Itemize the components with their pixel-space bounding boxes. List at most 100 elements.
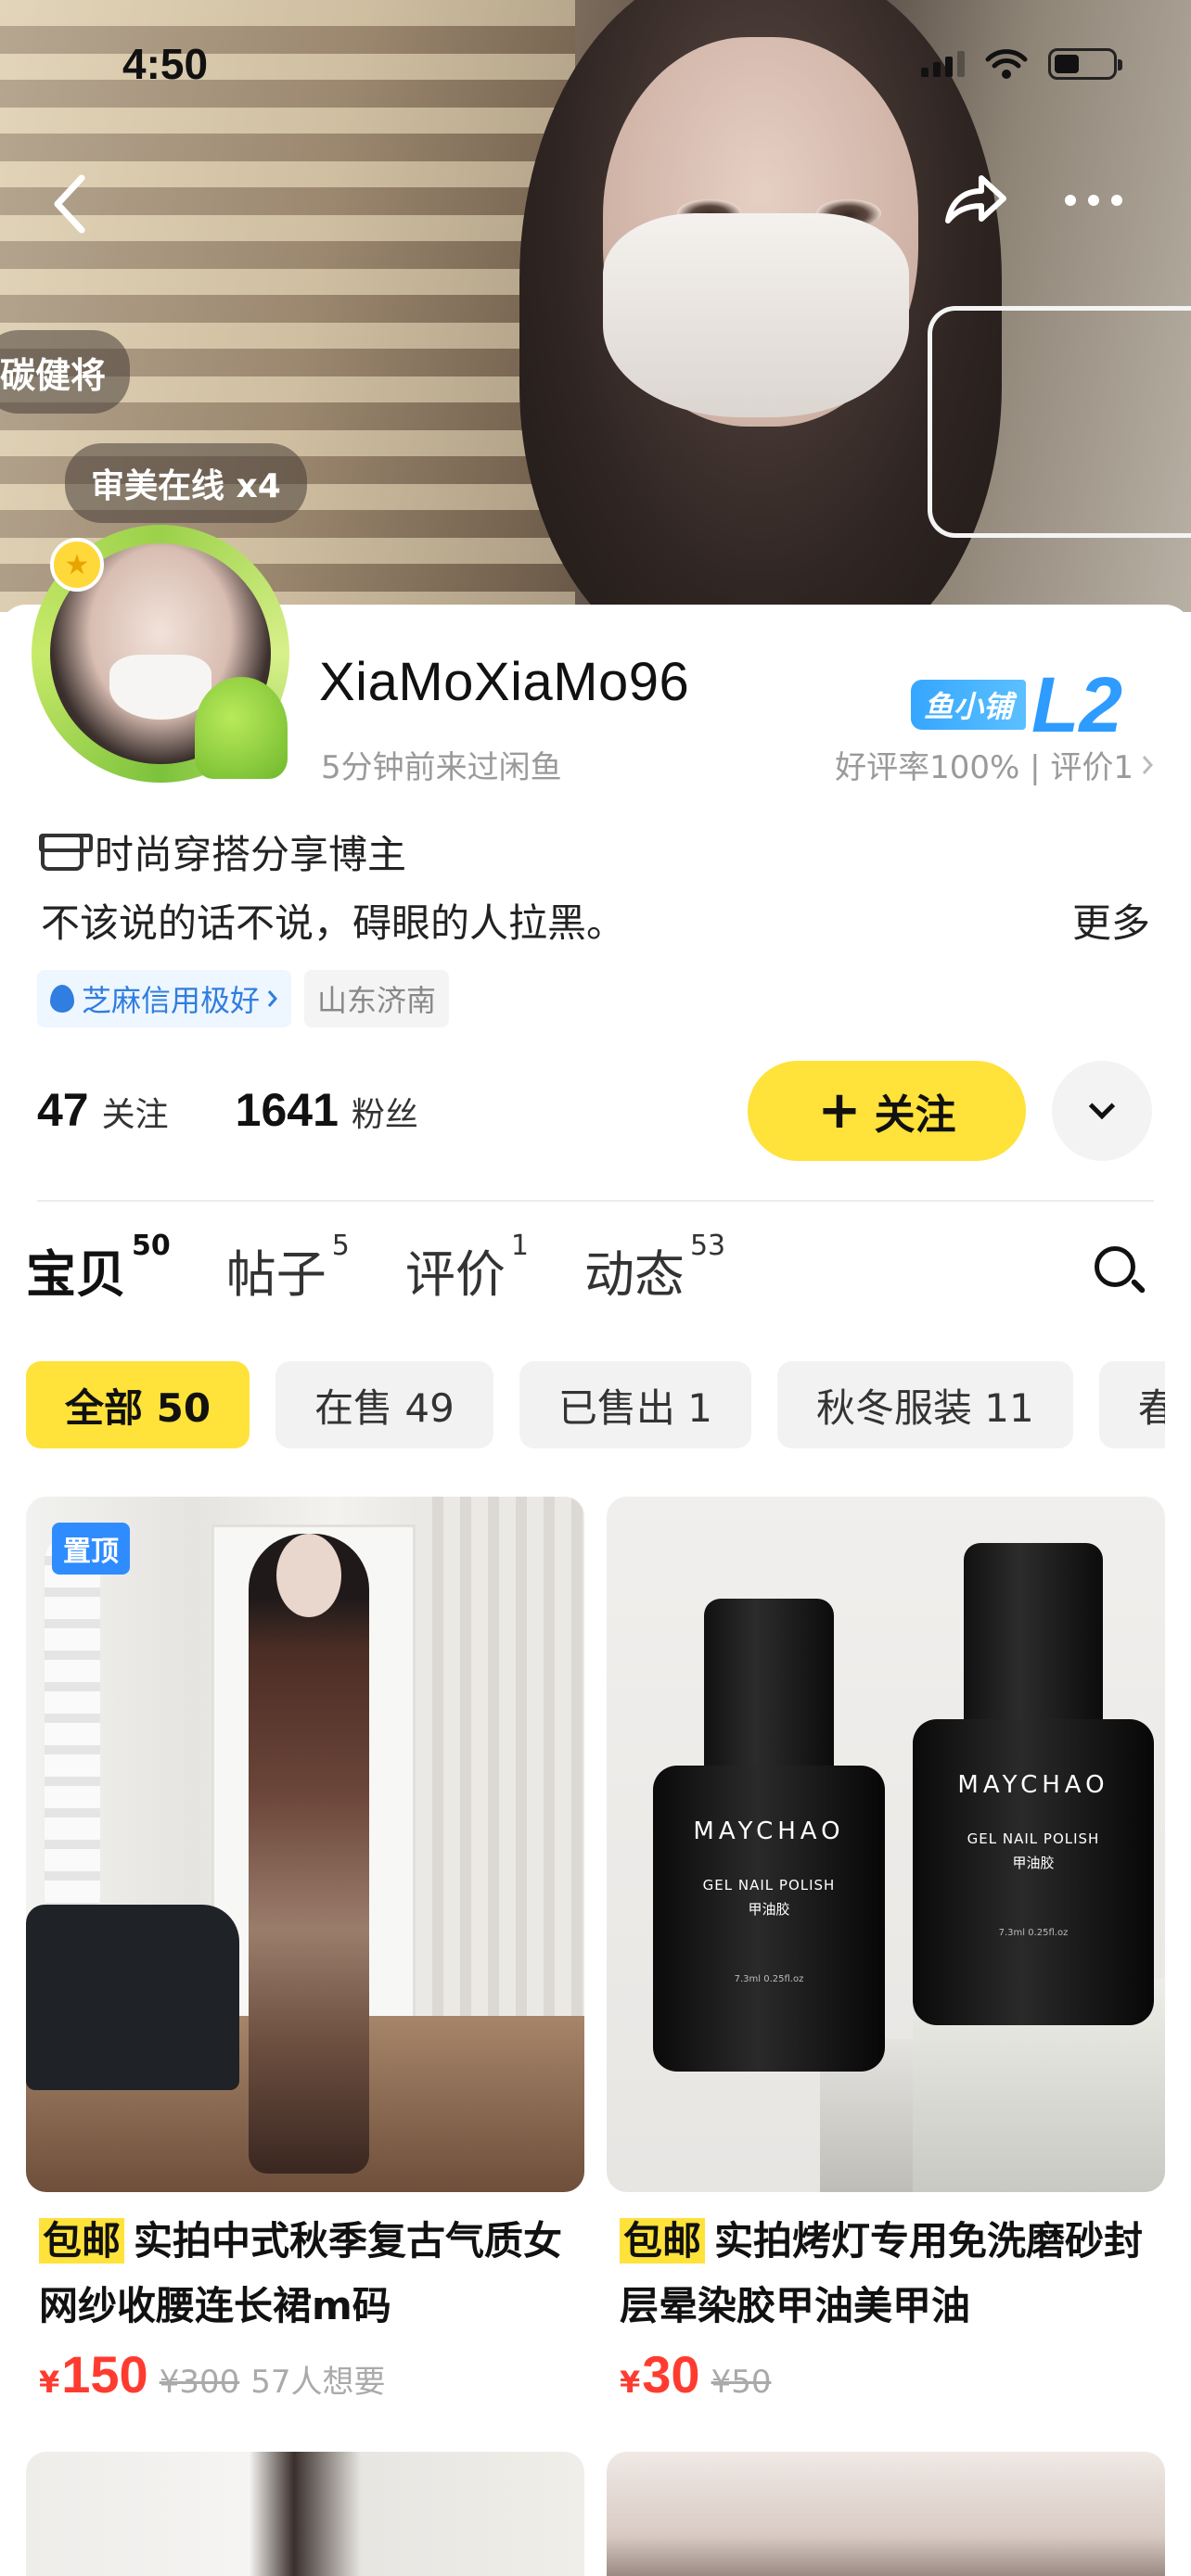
plus-icon: + [817,1080,862,1141]
username: XiaMoXiaMo96 [319,652,690,712]
tab-updates[interactable]: 动态 53 [583,1230,725,1307]
aesthetic-pill[interactable]: 审美在线 x4 [65,443,307,523]
signal-icon [921,51,965,77]
price: 30 [642,2345,700,2404]
bottle-cap [964,1543,1103,1728]
battery-icon [1048,48,1122,80]
filter-chips: 全部 50 在售 49 已售出 1 秋冬服装 11 春 [26,1361,1165,1448]
filter-chip-on-sale[interactable]: 在售 49 [275,1361,493,1448]
bottle-product-cn: 甲油胶 [1012,1855,1055,1871]
share-button[interactable] [939,163,1013,237]
bottle-brand: MAYCHAO [957,1771,1109,1799]
chevron-left-icon [54,174,85,234]
bottle-product: GEL NAIL POLISH [967,1830,1100,1847]
followers-label[interactable]: 粉丝 [352,1088,418,1136]
product-grid: 置顶 包邮 实拍中式秋季复古气质女网纱收腰连长裙m码 ¥ 150 ¥300 57人… [26,1497,1165,2404]
product-image: MAYCHAO GEL NAIL POLISH 甲油胶 7.3ml 0.25fl… [607,1497,1165,2192]
shop-tag: 鱼小铺 [911,680,1027,730]
following-count[interactable]: 47 [37,1083,89,1137]
expand-button[interactable] [1052,1061,1152,1161]
tab-label: 宝贝 [26,1245,126,1304]
tag-row: 芝麻信用极好 山东济南 [37,970,450,1027]
rating-text: 好评率100% | 评价1 [835,749,1133,786]
filter-chip-all[interactable]: 全部 50 [26,1361,250,1448]
content-tabs: 宝贝 50 帖子 5 评价 1 动态 53 [26,1230,725,1307]
price-row: ¥ 150 ¥300 57人想要 [26,2344,584,2404]
bottle-body: MAYCHAO GEL NAIL POLISH 甲油胶 7.3ml 0.25fl… [913,1719,1154,2025]
star-icon: ★ [50,538,104,592]
avatar[interactable]: ★ [22,519,301,788]
wants-count: 57人想要 [250,2364,386,2401]
tab-label: 动态 [583,1245,685,1304]
tab-label: 帖子 [225,1245,327,1304]
pinned-badge: 置顶 [52,1523,130,1575]
cover-face-mask [603,213,909,417]
filter-chip-spring[interactable]: 春 [1098,1361,1165,1448]
location-tag: 山东济南 [304,970,450,1027]
model-figure [249,1534,369,2174]
product-card-partial[interactable] [26,2452,584,2576]
currency-symbol: ¥ [620,2365,641,2400]
tab-items[interactable]: 宝贝 50 [26,1230,171,1307]
stats-row: 47 关注 1641 粉丝 [37,1083,472,1137]
tab-reviews[interactable]: 评价 1 [404,1230,529,1307]
product-card[interactable]: MAYCHAO GEL NAIL POLISH 甲油胶 7.3ml 0.25fl… [607,1497,1165,2404]
storefront-icon [39,833,93,871]
share-arrow-icon [945,175,1006,223]
last-seen: 5分钟前来过闲鱼 [321,749,562,786]
tab-count: 1 [510,1230,529,1262]
chevron-right-icon [267,990,278,1007]
price-row: ¥ 30 ¥50 [607,2344,1165,2404]
product-image: 置顶 [26,1497,584,2192]
follow-button[interactable]: + 关注 [748,1061,1026,1161]
followers-count[interactable]: 1641 [236,1083,339,1137]
free-shipping-badge: 包邮 [39,2218,125,2264]
filter-chip-sold[interactable]: 已售出 1 [519,1361,751,1448]
free-shipping-badge: 包邮 [620,2218,706,2264]
search-icon [1095,1246,1135,1287]
tab-label: 评价 [404,1245,506,1304]
nail-polish-bottle: MAYCHAO GEL NAIL POLISH 甲油胶 7.3ml 0.25fl… [653,1599,885,2081]
search-button[interactable] [1095,1246,1148,1300]
shop-level: L2 [1031,661,1123,748]
role-text: 时尚穿搭分享博主 [95,832,407,877]
next-products-row [26,2452,1165,2576]
credit-text: 芝麻信用极好 [82,983,261,1018]
status-time: 4:50 [122,40,209,88]
product-title: 包邮 实拍烤灯专用免洗磨砂封层晕染胶甲油美甲油 [607,2209,1165,2339]
chevron-down-icon [1088,1092,1116,1120]
model-head [276,1534,341,1617]
back-button[interactable] [43,167,98,241]
name-pill[interactable]: 碳健将 [0,330,131,414]
lamp-decoration [45,1534,100,1923]
original-price: ¥300 [159,2364,240,2401]
bottle-brand: MAYCHAO [693,1817,845,1845]
filter-chip-autumn-winter[interactable]: 秋冬服装 11 [776,1361,1073,1448]
credit-tag[interactable]: 芝麻信用极好 [37,970,292,1027]
bottle-product: GEL NAIL POLISH [702,1877,836,1894]
bio-text: 不该说的话不说，碍眼的人拉黑。 [41,900,626,946]
bio-more-link[interactable]: 更多 [1072,892,1150,949]
flame-icon [50,985,74,1013]
product-card[interactable]: 置顶 包邮 实拍中式秋季复古气质女网纱收腰连长裙m码 ¥ 150 ¥300 57人… [26,1497,584,2404]
ellipsis-icon-dot [1088,195,1099,206]
shop-level-badge[interactable]: 鱼小铺 L2 [911,666,1122,744]
role-line: 时尚穿搭分享博主 [39,823,407,880]
search-icon-handle [1130,1278,1146,1294]
ellipsis-icon-dot [1065,195,1076,206]
tab-count: 50 [132,1230,171,1262]
wifi-icon [985,49,1028,79]
rating-link[interactable]: 好评率100% | 评价1 [835,742,1154,787]
product-card-partial[interactable] [607,2452,1165,2576]
nail-polish-bottle: MAYCHAO GEL NAIL POLISH 甲油胶 7.3ml 0.25fl… [913,1543,1154,2044]
bottle-body: MAYCHAO GEL NAIL POLISH 甲油胶 7.3ml 0.25fl… [653,1766,885,2072]
bottle-volume: 7.3ml 0.25fl.oz [998,1928,1069,1938]
chevron-right-icon [1142,755,1154,774]
original-price: ¥50 [711,2364,772,2401]
following-label[interactable]: 关注 [102,1088,169,1136]
price: 150 [61,2345,148,2404]
tab-count: 5 [331,1230,350,1262]
chair-decoration [26,1905,239,2090]
more-button[interactable] [1065,182,1148,219]
tab-posts[interactable]: 帖子 5 [225,1230,350,1307]
